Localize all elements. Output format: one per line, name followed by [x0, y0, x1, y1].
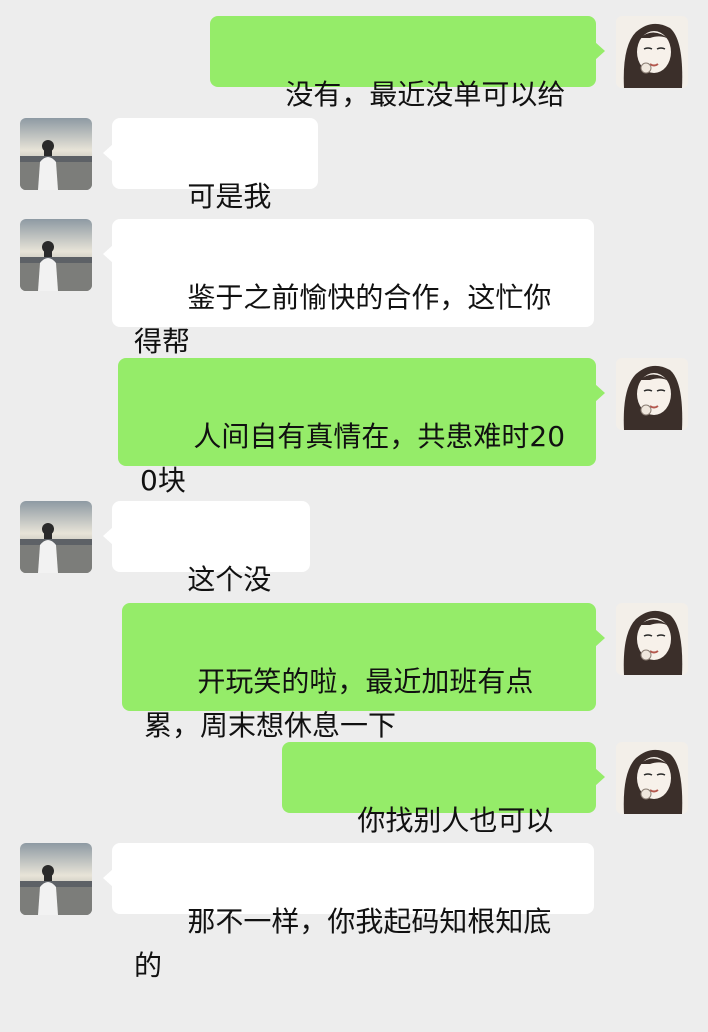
message-bubble-outgoing[interactable]: 人间自有真情在，共患难时200块 — [118, 358, 605, 497]
message-bubble-outgoing[interactable]: 没有，最近没单可以给你 — [210, 16, 605, 155]
message-text: 那不一样，你我起码知根知底的 — [134, 905, 552, 982]
contact-avatar[interactable] — [20, 118, 92, 190]
man-at-waterfront-avatar-icon — [20, 219, 92, 291]
my-avatar[interactable] — [616, 742, 688, 814]
message-bubble-outgoing[interactable]: 你找别人也可以啊~ — [282, 742, 605, 881]
message-text: 人间自有真情在，共患难时200块 — [140, 420, 566, 497]
message-bubble-incoming[interactable]: 那不一样，你我起码知根知底的 — [103, 843, 594, 982]
man-at-waterfront-avatar-icon — [20, 843, 92, 915]
my-avatar[interactable] — [616, 16, 688, 88]
my-avatar[interactable] — [616, 603, 688, 675]
sketched-woman-avatar-icon — [616, 16, 688, 88]
message-bubble-outgoing[interactable]: 开玩笑的啦，最近加班有点累，周末想休息一下 — [122, 603, 605, 742]
sketched-woman-avatar-icon — [616, 603, 688, 675]
man-at-waterfront-avatar-icon — [20, 501, 92, 573]
contact-avatar[interactable] — [20, 219, 92, 291]
message-text: 鉴于之前愉快的合作，这忙你得帮 — [134, 281, 552, 358]
man-at-waterfront-avatar-icon — [20, 118, 92, 190]
message-bubble-incoming[interactable]: 可是我有 — [103, 118, 318, 257]
message-bubble-incoming[interactable]: 这个没问题 — [103, 501, 310, 640]
contact-avatar[interactable] — [20, 501, 92, 573]
sketched-woman-avatar-icon — [616, 358, 688, 430]
message-bubble-incoming[interactable]: 鉴于之前愉快的合作，这忙你得帮 — [103, 219, 594, 358]
sketched-woman-avatar-icon — [616, 742, 688, 814]
contact-avatar[interactable] — [20, 843, 92, 915]
my-avatar[interactable] — [616, 358, 688, 430]
message-text: 开玩笑的啦，最近加班有点累，周末想休息一下 — [144, 665, 534, 742]
